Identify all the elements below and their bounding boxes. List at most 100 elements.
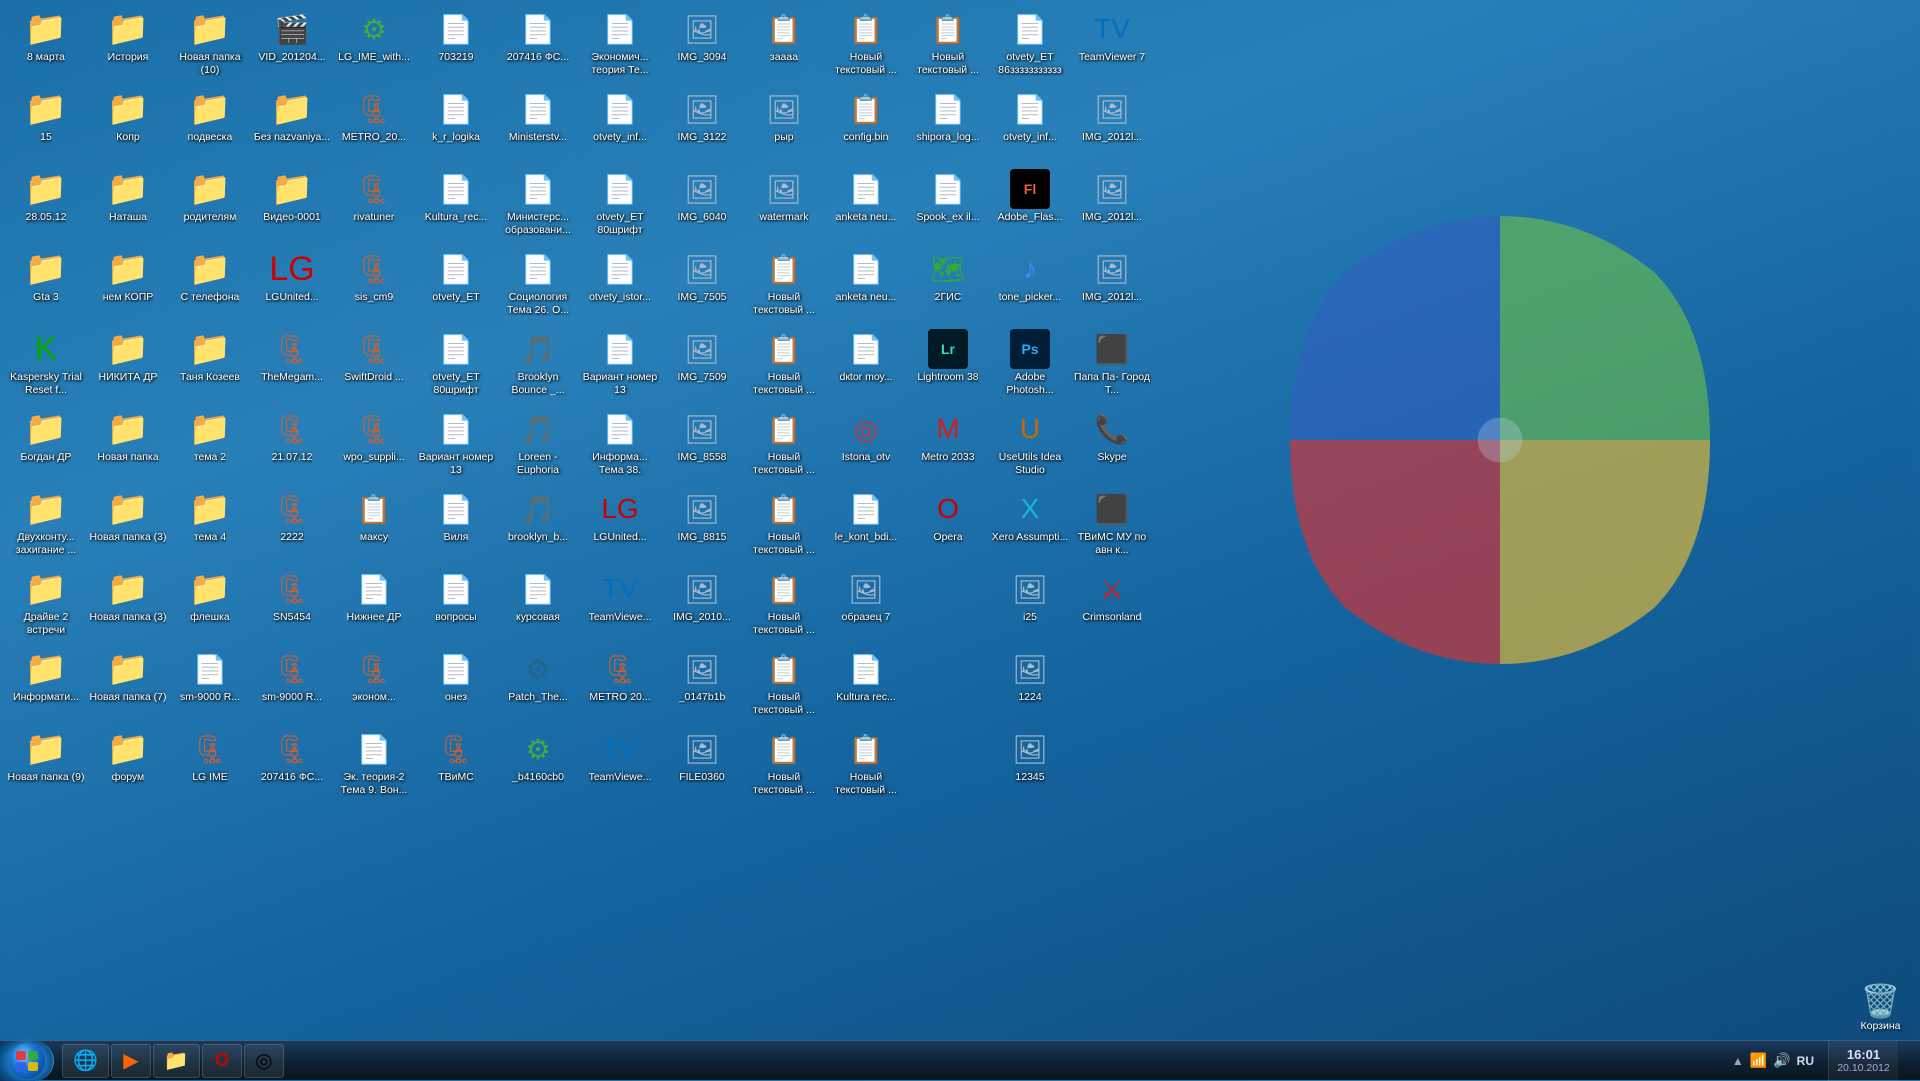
desktop-icon-obrazets[interactable]: 🖼образец 7 xyxy=(825,565,907,645)
desktop-icon-2222[interactable]: 🗜2222 xyxy=(251,485,333,565)
desktop-icon-ekonom[interactable]: 📄Экономич... теория Те... xyxy=(579,5,661,85)
desktop-icon-tanya[interactable]: 📁Таня Козеев xyxy=(169,325,251,405)
desktop-icon-adobe_photo[interactable]: PsAdobe Photosh... xyxy=(989,325,1071,405)
desktop-icon-otvetet[interactable]: 📄otvety_ET 86ззззззззззз xyxy=(989,5,1071,85)
desktop-icon-lgunited2[interactable]: LGLGUnited... xyxy=(579,485,661,565)
desktop-icon-nemkop[interactable]: 📁нем КОПР xyxy=(87,245,169,325)
desktop-icon-kultura_rec2[interactable]: 📄Kultura rec... xyxy=(825,645,907,725)
desktop-icon-i25[interactable]: 🖼i25 xyxy=(989,565,1071,645)
desktop-icon-novyitek2[interactable]: 📋Новый текстовый ... xyxy=(743,325,825,405)
tray-lang[interactable]: RU xyxy=(1797,1054,1814,1068)
desktop-icon-brooklyn_b2[interactable]: 🎵brooklyn_b... xyxy=(497,485,579,565)
desktop-icon-rivatuner[interactable]: 🗜rivatuner xyxy=(333,165,415,245)
desktop-icon-teamviewer7[interactable]: TVTeamViewer 7 xyxy=(1071,5,1153,85)
desktop-icon-z0147b1b[interactable]: 🖼_0147b1b xyxy=(661,645,743,725)
desktop-icon-teamview2[interactable]: TVTeamViewe... xyxy=(579,565,661,645)
desktop-icon-anketanew[interactable]: 📄anketa neu... xyxy=(825,165,907,245)
desktop-icon-lekontbdi[interactable]: 📄le_kont_bdi... xyxy=(825,485,907,565)
desktop-icon-tbmc[interactable]: 🗜ТВиМС xyxy=(415,725,497,805)
desktop-icon-sn5454[interactable]: 🗜SN5454 xyxy=(251,565,333,645)
desktop-icon-stenafona[interactable]: 📁С телефона xyxy=(169,245,251,325)
desktop-icon-draive[interactable]: 📁Драйве 2 встречи xyxy=(5,565,87,645)
desktop-icon-novayap10[interactable]: 📁Новая папка (10) xyxy=(169,5,251,85)
desktop-icon-metro20[interactable]: 🗜METRO_20... xyxy=(333,85,415,165)
desktop-icon-tone_picker[interactable]: ♪tone_picker... xyxy=(989,245,1071,325)
desktop-icon-207416fc[interactable]: 📄207416 ФС... xyxy=(497,5,579,85)
desktop-icon-vid2012041[interactable]: 🎬VID_201204... xyxy=(251,5,333,85)
desktop-icon-lg_ime_with[interactable]: ⚙LG_IME_with... xyxy=(333,5,415,85)
desktop-icon-novayap9[interactable]: 📁Новая папка (9) xyxy=(5,725,87,805)
desktop-icon-703219[interactable]: 📄703219 xyxy=(415,5,497,85)
desktop-icon-voprosy[interactable]: 📄вопросы xyxy=(415,565,497,645)
desktop-icon-img7509[interactable]: 🖼IMG_7509 xyxy=(661,325,743,405)
desktop-icon-img20123[interactable]: 🖼IMG_2012l... xyxy=(1071,245,1153,325)
desktop-icon-novyitek9[interactable]: 📋Новый текстовый ... xyxy=(825,725,907,805)
desktop-icon-configbin[interactable]: 📋config.bin xyxy=(825,85,907,165)
desktop-icon-novyitek8[interactable]: 📋Новый текстовый ... xyxy=(825,5,907,85)
desktop-icon-21.07.12[interactable]: 🗜21.07.12 xyxy=(251,405,333,485)
desktop-icon-novyitek3[interactable]: 📋Новый текстовый ... xyxy=(743,405,825,485)
desktop-icon-novyytek[interactable]: 📋Новый текстовый ... xyxy=(907,5,989,85)
desktop-icon-beznaz[interactable]: 📁Без nazvaniya... xyxy=(251,85,333,165)
desktop-icon-novyitek4[interactable]: 📋Новый текстовый ... xyxy=(743,485,825,565)
desktop-icon-15[interactable]: 📁15 xyxy=(5,85,87,165)
desktop-icon-anketanew2[interactable]: 📄anketa neu... xyxy=(825,245,907,325)
desktop-icon-teamview3[interactable]: TVTeamViewe... xyxy=(579,725,661,805)
desktop-icon-vila[interactable]: 📄Виля xyxy=(415,485,497,565)
desktop-icon-novayap3[interactable]: 📁Новая папка (3) xyxy=(87,485,169,565)
desktop-icon-i1224[interactable]: 🖼1224 xyxy=(989,645,1071,725)
desktop-icon-patch_the[interactable]: ⚙Patch_The... xyxy=(497,645,579,725)
desktop-icon-novayap4[interactable]: 📁Новая папка (3) xyxy=(87,565,169,645)
desktop-icon-maksy[interactable]: 📋максу xyxy=(333,485,415,565)
desktop-icon-ekonomites[interactable]: 🗜эконом... xyxy=(333,645,415,725)
desktop-icon-ryp[interactable]: 🖼рыр xyxy=(743,85,825,165)
desktop-icon-novayap7[interactable]: 📁Новая папка (7) xyxy=(87,645,169,725)
desktop-icon-sis_cm9[interactable]: 🗜sis_cm9 xyxy=(333,245,415,325)
desktop-icon-shipora_log[interactable]: 📄shipora_log... xyxy=(907,85,989,165)
desktop-icon-img3122[interactable]: 🖼IMG_3122 xyxy=(661,85,743,165)
tray-network[interactable]: 📶 xyxy=(1750,1052,1767,1069)
desktop-icon-video0001[interactable]: 📁Видео-0001 xyxy=(251,165,333,245)
desktop-icon-lightroom38[interactable]: LrLightroom 38 xyxy=(907,325,989,405)
desktop-icon-forum[interactable]: 📁форум xyxy=(87,725,169,805)
trash-icon[interactable]: 🗑️ Корзина xyxy=(1853,982,1908,1032)
desktop-icon-otvety_inf[interactable]: 📄otvety_inf... xyxy=(579,85,661,165)
desktop-icon-sm9000r[interactable]: 🗜sm-9000 R... xyxy=(251,645,333,725)
desktop-icon-file0360[interactable]: 🖼FILE0360 xyxy=(661,725,743,805)
desktop-icon-nikitadr[interactable]: 📁НИКИТА ДР xyxy=(87,325,169,405)
desktop-icon-kaspersky[interactable]: KKaspersky Trial Reset f... xyxy=(5,325,87,405)
desktop-icon-i12345[interactable]: 🖼12345 xyxy=(989,725,1071,805)
taskbar-wmplayer[interactable]: ▶ xyxy=(111,1044,151,1078)
desktop-icon-lgime[interactable]: 🗜LG IME xyxy=(169,725,251,805)
desktop-icon-c84160cb[interactable]: ⚙_b4160cb0 xyxy=(497,725,579,805)
desktop-icon-metro204[interactable]: 🗜МETRO 20... xyxy=(579,645,661,725)
desktop-icon-img3094[interactable]: 🖼IMG_3094 xyxy=(661,5,743,85)
desktop-icon-themegam[interactable]: 🗜TheMegam... xyxy=(251,325,333,405)
start-button[interactable] xyxy=(0,1041,54,1081)
desktop-icon-istoriya[interactable]: 📁История xyxy=(87,5,169,85)
desktop-icon-kultura_rec[interactable]: 📄Kultura_rec... xyxy=(415,165,497,245)
desktop-icon-crimsonland[interactable]: ⚔Crimsonland xyxy=(1071,565,1153,645)
desktop-icon-zaааа[interactable]: 📋заааа xyxy=(743,5,825,85)
desktop-icon-teoriya2[interactable]: 📄Эк. теория-2 Тема 9. Вон... xyxy=(333,725,415,805)
desktop-icon-nishnee[interactable]: 📄Нижнее ДР xyxy=(333,565,415,645)
desktop-icon-spook_ex[interactable]: 📄Spook_ex il... xyxy=(907,165,989,245)
desktop-icon-ministertv[interactable]: 📄Министерс... образовани... xyxy=(497,165,579,245)
desktop-icon-stona_otv[interactable]: ◎Istona_otv xyxy=(825,405,907,485)
desktop-icon-novyitek5[interactable]: 📋Новый текстовый ... xyxy=(743,565,825,645)
desktop-icon-novyitek6[interactable]: 📋Новый текстовый ... xyxy=(743,645,825,725)
desktop-icon-metro2033[interactable]: MMetro 2033 xyxy=(907,405,989,485)
desktop-icon-informa38[interactable]: 📄Информа... Тема 38. xyxy=(579,405,661,485)
desktop-icon-novyitek7[interactable]: 📋Новый текстовый ... xyxy=(743,725,825,805)
desktop-icon-informati[interactable]: 📁Информати... xyxy=(5,645,87,725)
desktop-icon-krlogika[interactable]: 📄k_r_logika xyxy=(415,85,497,165)
tray-volume[interactable]: 🔊 xyxy=(1773,1052,1790,1069)
desktop-icon-207416fc2[interactable]: 🗜207416 ФС... xyxy=(251,725,333,805)
desktop-icon-otvety_istor[interactable]: 📄otvety_ET 80шрифт xyxy=(579,165,661,245)
desktop-icon-watermark[interactable]: 🖼watermark xyxy=(743,165,825,245)
desktop-icon-novyitek1[interactable]: 📋Новый текстовый ... xyxy=(743,245,825,325)
desktop-icon-opera[interactable]: OOpera xyxy=(907,485,989,565)
desktop-icon-svyaz[interactable]: 📄онез xyxy=(415,645,497,725)
clock-area[interactable]: 16:01 20.10.2012 xyxy=(1828,1041,1898,1081)
desktop-icon-loreen[interactable]: 🎵Loreen - Euphoria xyxy=(497,405,579,485)
